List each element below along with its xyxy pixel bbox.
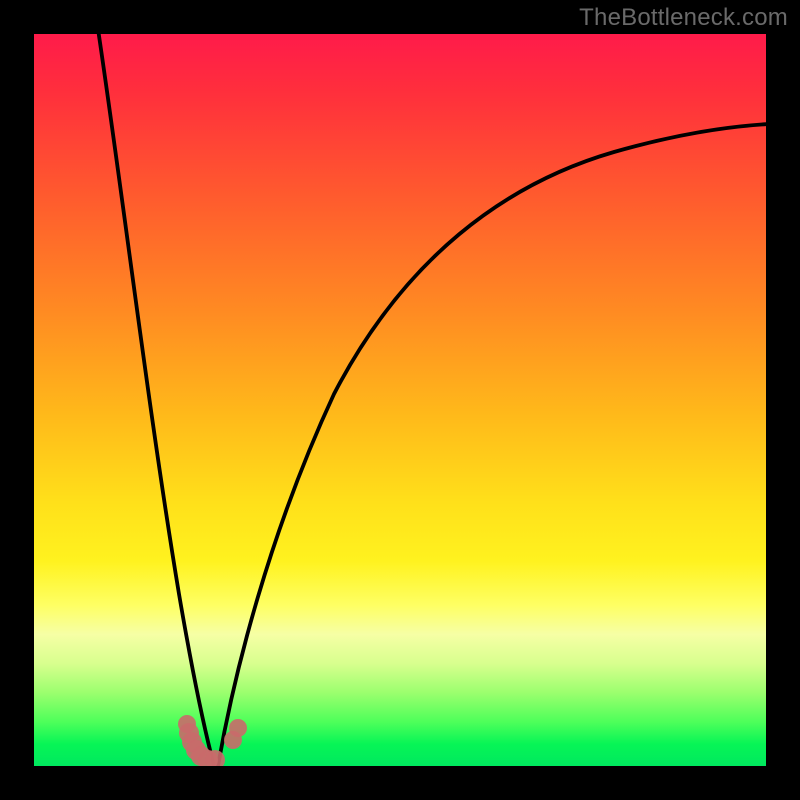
watermark-label: TheBottleneck.com bbox=[579, 4, 788, 32]
chart-frame: TheBottleneck.com bbox=[0, 0, 800, 800]
bottleneck-curve bbox=[34, 34, 766, 766]
benchmark-dots bbox=[34, 34, 766, 766]
chart-plot-area bbox=[34, 34, 766, 766]
